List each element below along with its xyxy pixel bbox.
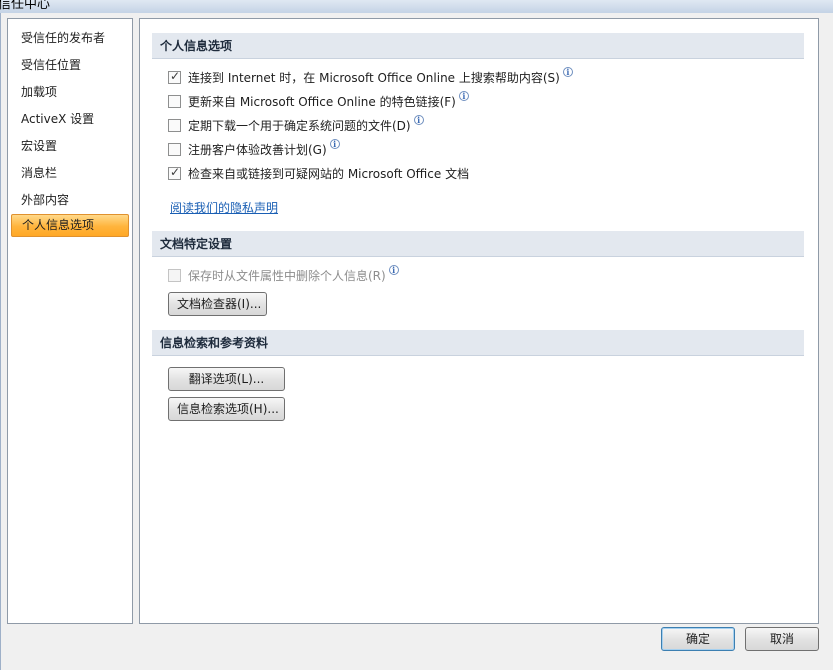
document-inspector-button[interactable]: 文档检查器(I)... <box>168 292 267 316</box>
section-header-privacy: 个人信息选项 <box>152 33 804 59</box>
option-update-featured-links[interactable]: 更新来自 Microsoft Office Online 的特色链接(F) i <box>168 91 469 110</box>
nav-item-external-content[interactable]: 外部内容 <box>11 189 129 212</box>
trust-center-dialog: 受信任的发布者 受信任位置 加载项 ActiveX 设置 宏设置 消息栏 外部内… <box>0 13 833 670</box>
option-label: 更新来自 Microsoft Office Online 的特色链接(F) <box>188 94 456 109</box>
nav-item-trusted-publishers[interactable]: 受信任的发布者 <box>11 27 129 50</box>
nav-item-privacy-options[interactable]: 个人信息选项 <box>11 214 129 237</box>
option-search-help-online[interactable]: 连接到 Internet 时，在 Microsoft Office Online… <box>168 67 573 86</box>
content-panel: 个人信息选项 连接到 Internet 时，在 Microsoft Office… <box>139 18 819 624</box>
info-icon[interactable]: i <box>329 139 340 149</box>
checkbox-search-help-online[interactable] <box>168 69 181 84</box>
nav-item-macro-settings[interactable]: 宏设置 <box>11 135 129 158</box>
option-check-suspicious-documents[interactable]: 检查来自或链接到可疑网站的 Microsoft Office 文档 <box>168 164 469 182</box>
nav-item-message-bar[interactable]: 消息栏 <box>11 162 129 185</box>
option-label: 定期下载一个用于确定系统问题的文件(D) <box>188 118 411 133</box>
section-header-document: 文档特定设置 <box>152 231 804 257</box>
checkbox-remove-personal-info[interactable] <box>168 268 181 282</box>
checkbox-customer-experience-program[interactable] <box>168 142 181 156</box>
translation-options-button[interactable]: 翻译选项(L)... <box>168 367 285 391</box>
title-bar: 信任中心 <box>0 0 833 13</box>
nav-item-trusted-locations[interactable]: 受信任位置 <box>11 54 129 77</box>
research-options-button[interactable]: 信息检索选项(H)... <box>168 397 285 421</box>
left-nav: 受信任的发布者 受信任位置 加载项 ActiveX 设置 宏设置 消息栏 外部内… <box>7 18 133 624</box>
info-icon[interactable]: i <box>562 67 573 77</box>
info-icon[interactable]: i <box>388 265 399 275</box>
privacy-statement-link[interactable]: 阅读我们的隐私声明 <box>170 199 278 216</box>
info-icon[interactable]: i <box>458 91 469 101</box>
checkbox-download-troubleshoot-file[interactable] <box>168 118 181 132</box>
option-remove-personal-info[interactable]: 保存时从文件属性中删除个人信息(R) i <box>168 265 399 284</box>
option-customer-experience-program[interactable]: 注册客户体验改善计划(G) i <box>168 139 340 158</box>
info-icon[interactable]: i <box>413 115 424 125</box>
ok-button[interactable]: 确定 <box>661 627 735 651</box>
nav-item-activex-settings[interactable]: ActiveX 设置 <box>11 108 129 131</box>
nav-item-add-ins[interactable]: 加载项 <box>11 81 129 104</box>
checkbox-check-suspicious-documents[interactable] <box>168 165 181 180</box>
option-download-troubleshoot-file[interactable]: 定期下载一个用于确定系统问题的文件(D) i <box>168 115 424 134</box>
option-label: 注册客户体验改善计划(G) <box>188 142 327 157</box>
option-label: 保存时从文件属性中删除个人信息(R) <box>188 268 386 283</box>
cancel-button[interactable]: 取消 <box>745 627 819 651</box>
window-title: 信任中心 <box>0 0 51 12</box>
checkbox-update-featured-links[interactable] <box>168 94 181 108</box>
option-label: 连接到 Internet 时，在 Microsoft Office Online… <box>188 70 560 85</box>
option-label: 检查来自或链接到可疑网站的 Microsoft Office 文档 <box>188 166 470 181</box>
section-header-research: 信息检索和参考资料 <box>152 330 804 356</box>
